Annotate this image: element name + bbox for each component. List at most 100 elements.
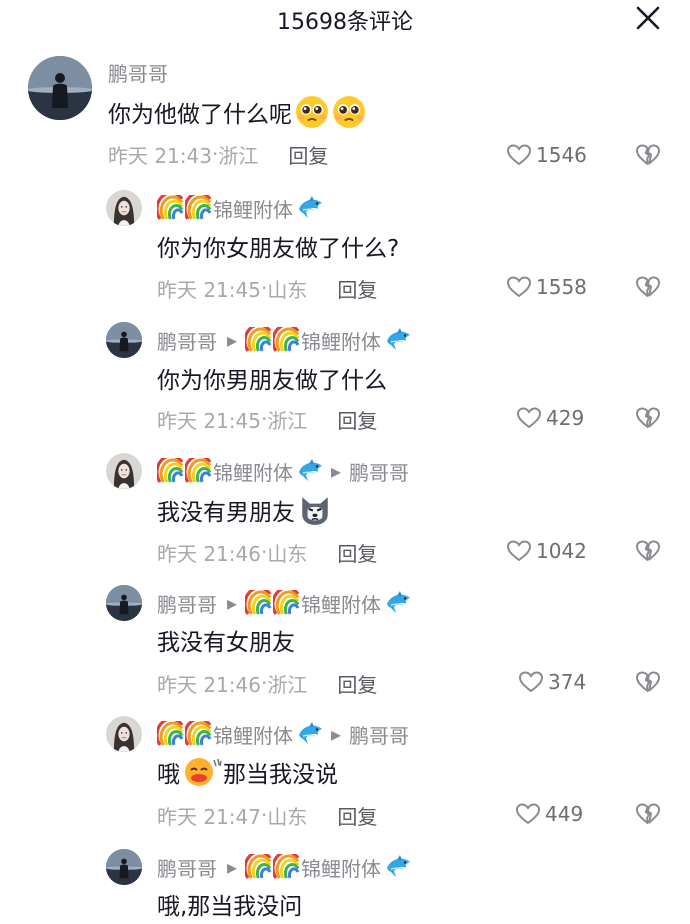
heart-outline-icon [506, 143, 532, 167]
location: 山东 [267, 541, 308, 566]
username[interactable]: 鹏哥哥 [157, 326, 217, 355]
comment-text: 哦 那当我没说 [157, 752, 338, 792]
avatar[interactable] [106, 585, 142, 621]
comment-meta: 昨天 21:45 · 浙江 回复 [157, 404, 377, 434]
reply-to-username[interactable]: 锦鲤附体 [301, 326, 381, 355]
reply-button[interactable]: 回复 [337, 538, 377, 567]
reply-arrow-icon: ▸ [227, 328, 238, 352]
dolphin-emoji [385, 854, 413, 880]
timestamp: 昨天 21:43 [108, 143, 212, 168]
rainbow-emoji [157, 458, 185, 484]
dolphin-emoji [385, 327, 413, 353]
comment-author-line: 鹏哥哥 ▸ 锦鲤附体 [157, 324, 413, 356]
rainbow-emoji [273, 854, 301, 880]
like-count: 429 [546, 406, 585, 430]
rainbow-emoji [157, 721, 185, 747]
comment-meta: 昨天 21:43 · 浙江 回复 [108, 139, 328, 169]
rainbow-emoji [273, 327, 301, 353]
like-button[interactable]: 1558 [506, 272, 587, 302]
like-count: 1042 [536, 539, 587, 563]
avatar[interactable] [28, 56, 92, 120]
comment-author-line: 鹏哥哥 ▸ 锦鲤附体 [157, 851, 413, 883]
like-count: 449 [545, 802, 584, 826]
heart-outline-icon [506, 539, 532, 563]
timestamp: 昨天 21:46 [157, 672, 261, 697]
broken-heart-icon[interactable] [635, 538, 661, 564]
broken-heart-icon[interactable] [635, 801, 661, 827]
avatar[interactable] [106, 322, 142, 358]
avatar[interactable] [106, 716, 142, 752]
avatar[interactable] [106, 190, 142, 226]
comment-text: 哦,那当我没问 [157, 894, 303, 920]
username[interactable]: 鹏哥哥 [157, 853, 217, 882]
location: 山东 [267, 804, 308, 829]
timestamp: 昨天 21:45 [157, 277, 261, 302]
rainbow-emoji [245, 590, 273, 616]
dolphin-emoji [297, 721, 325, 747]
username[interactable]: 鹏哥哥 [157, 589, 217, 618]
reply-button[interactable]: 回复 [337, 274, 377, 303]
comments-header: 15698条评论 [0, 0, 690, 35]
comment-text: 我没有男朋友 [157, 490, 332, 530]
like-button[interactable]: 1042 [506, 536, 587, 566]
rainbow-emoji [157, 195, 185, 221]
broken-heart-icon[interactable] [635, 142, 661, 168]
timestamp: 昨天 21:47 [157, 804, 261, 829]
like-button[interactable]: 449 [515, 799, 583, 829]
dolphin-emoji [385, 590, 413, 616]
reply-to-username[interactable]: 鹏哥哥 [349, 720, 409, 749]
username[interactable]: 锦鲤附体 [213, 720, 293, 749]
location: 山东 [267, 277, 308, 302]
rainbow-emoji [185, 458, 213, 484]
avatar[interactable] [106, 849, 142, 885]
comment-author-line: 锦鲤附体 ▸ 鹏哥哥 [157, 718, 413, 750]
rainbow-emoji [273, 590, 301, 616]
location: 浙江 [218, 143, 259, 168]
username[interactable]: 锦鲤附体 [213, 457, 293, 486]
heart-outline-icon [515, 802, 541, 826]
blowing-face-emoji [183, 756, 223, 788]
reply-to-username[interactable]: 鹏哥哥 [349, 457, 409, 486]
comment-meta: 昨天 21:45 · 山东 回复 [157, 273, 377, 303]
username[interactable]: 锦鲤附体 [213, 194, 293, 223]
comment-author-line: 鹏哥哥 [108, 56, 172, 88]
reply-to-username[interactable]: 锦鲤附体 [301, 589, 381, 618]
like-count: 1546 [536, 143, 587, 167]
like-count: 1558 [536, 275, 587, 299]
dolphin-emoji [297, 458, 325, 484]
like-button[interactable]: 374 [518, 667, 586, 697]
reply-arrow-icon: ▸ [227, 855, 238, 879]
heart-outline-icon [506, 275, 532, 299]
comment-meta: 昨天 21:46 · 山东 回复 [157, 537, 377, 567]
reply-arrow-icon: ▸ [331, 459, 342, 483]
avatar[interactable] [106, 453, 142, 489]
comment-author-line: 锦鲤附体 [157, 192, 325, 224]
location: 浙江 [267, 672, 308, 697]
comment-author-line: 锦鲤附体 ▸ 鹏哥哥 [157, 455, 413, 487]
reply-to-username[interactable]: 锦鲤附体 [301, 853, 381, 882]
comment-text: 你为你男朋友做了什么 [157, 368, 387, 394]
comment-meta: 昨天 21:47 · 山东 回复 [157, 800, 377, 830]
reply-arrow-icon: ▸ [331, 722, 342, 746]
pleading-face-emoji [295, 95, 329, 129]
reply-button[interactable]: 回复 [337, 801, 377, 830]
username[interactable]: 鹏哥哥 [108, 58, 168, 87]
like-button[interactable]: 1546 [506, 140, 587, 170]
close-icon[interactable] [634, 4, 662, 32]
comment-text: 你为他做了什么呢 [108, 92, 366, 132]
heart-outline-icon [516, 406, 542, 430]
rainbow-emoji [245, 327, 273, 353]
broken-heart-icon[interactable] [635, 669, 661, 695]
broken-heart-icon[interactable] [635, 274, 661, 300]
reply-button[interactable]: 回复 [337, 669, 377, 698]
rainbow-emoji [185, 195, 213, 221]
rainbow-emoji [245, 854, 273, 880]
timestamp: 昨天 21:45 [157, 408, 261, 433]
comment-text: 你为你女朋友做了什么? [157, 236, 400, 262]
rainbow-emoji [185, 721, 213, 747]
like-button[interactable]: 429 [516, 403, 584, 433]
reply-button[interactable]: 回复 [337, 405, 377, 434]
broken-heart-icon[interactable] [635, 405, 661, 431]
reply-button[interactable]: 回复 [288, 140, 328, 169]
comment-count-title: 15698条评论 [277, 10, 413, 35]
